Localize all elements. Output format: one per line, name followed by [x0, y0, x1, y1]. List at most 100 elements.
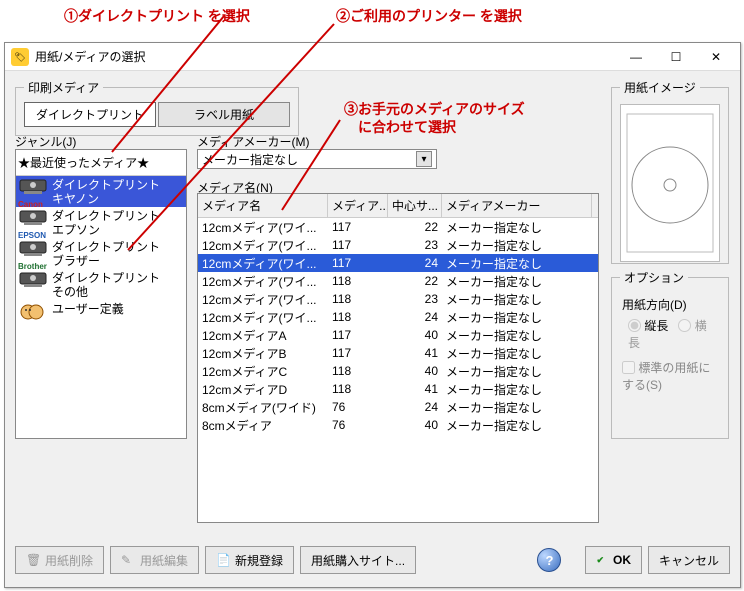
printer-icon	[18, 302, 48, 328]
cell-diam: 117	[328, 238, 388, 252]
cell-diam: 118	[328, 364, 388, 378]
cell-name: 8cmメディア	[198, 417, 328, 434]
chevron-down-icon: ▾	[416, 151, 432, 167]
table-row[interactable]: 12cmメディア(ワイ...11723メーカー指定なし	[198, 236, 598, 254]
cell-name: 8cmメディア(ワイド)	[198, 399, 328, 416]
cell-center: 24	[388, 310, 442, 324]
table-row[interactable]: 12cmメディアC11840メーカー指定なし	[198, 362, 598, 380]
table-row[interactable]: 12cmメディアD11841メーカー指定なし	[198, 380, 598, 398]
cell-maker: メーカー指定なし	[442, 255, 592, 272]
standard-paper-label: 標準の用紙にする(S)	[622, 361, 710, 392]
table-row[interactable]: 12cmメディアA11740メーカー指定なし	[198, 326, 598, 344]
cell-center: 23	[388, 292, 442, 306]
table-row[interactable]: 12cmメディア(ワイ...11822メーカー指定なし	[198, 272, 598, 290]
cell-maker: メーカー指定なし	[442, 237, 592, 254]
new-icon: 📄	[216, 553, 230, 567]
cell-center: 41	[388, 382, 442, 396]
cell-center: 40	[388, 418, 442, 432]
cell-maker: メーカー指定なし	[442, 309, 592, 326]
table-row[interactable]: 12cmメディア(ワイ...11824メーカー指定なし	[198, 308, 598, 326]
help-button[interactable]: ?	[537, 548, 561, 572]
orient-vertical-label: 縦長	[644, 319, 668, 333]
cell-name: 12cmメディア(ワイ...	[198, 255, 328, 272]
new-paper-button[interactable]: 📄 新規登録	[205, 546, 294, 574]
printer-icon: EPSON	[18, 209, 48, 235]
cell-name: 12cmメディアA	[198, 327, 328, 344]
cell-name: 12cmメディアB	[198, 345, 328, 362]
cell-maker: メーカー指定なし	[442, 273, 592, 290]
cell-diam: 117	[328, 256, 388, 270]
ok-button[interactable]: ✔ OK	[585, 546, 642, 574]
cell-name: 12cmメディアC	[198, 363, 328, 380]
media-table-header: メディア名 メディア... 中心サ... メディアメーカー	[198, 194, 598, 218]
col-center[interactable]: 中心サ...	[388, 194, 442, 217]
genre-list[interactable]: ★最近使ったメディア★ CanonダイレクトプリントキヤノンEPSONダイレクト…	[15, 149, 187, 439]
cell-diam: 118	[328, 382, 388, 396]
genre-item-line1: ユーザー定義	[52, 302, 124, 316]
preview-legend: 用紙イメージ	[620, 79, 700, 96]
titlebar: 🏷 用紙/メディアの選択 — ☐ ✕	[5, 43, 740, 71]
close-button[interactable]: ✕	[696, 45, 736, 69]
genre-item[interactable]: ダイレクトプリントその他	[16, 269, 186, 300]
table-row[interactable]: 12cmメディアB11741メーカー指定なし	[198, 344, 598, 362]
new-paper-label: 新規登録	[235, 552, 283, 569]
col-media-name[interactable]: メディア名	[198, 194, 328, 217]
table-row[interactable]: 12cmメディア(ワイ...11823メーカー指定なし	[198, 290, 598, 308]
standard-paper-checkbox[interactable]: 標準の用紙にする(S)	[622, 361, 710, 392]
tab-label-paper[interactable]: ラベル用紙	[158, 102, 290, 127]
table-row[interactable]: 12cmメディア(ワイ...11724メーカー指定なし	[198, 254, 598, 272]
maker-label: メディアメーカー(M)	[197, 133, 310, 150]
genre-item[interactable]: Brotherダイレクトプリントブラザー	[16, 238, 186, 269]
cancel-button[interactable]: キャンセル	[648, 546, 730, 574]
cell-maker: メーカー指定なし	[442, 381, 592, 398]
genre-item-line2: ブラザー	[52, 254, 160, 268]
client-area: 印刷メディア ダイレクトプリント ラベル用紙 ジャンル(J) ★最近使ったメディ…	[5, 71, 740, 587]
cell-maker: メーカー指定なし	[442, 291, 592, 308]
maker-select[interactable]: メーカー指定なし ▾	[197, 149, 437, 169]
options-group: オプション 用紙方向(D) 縦長 横長 標準の用紙にする(S)	[611, 269, 729, 439]
genre-label: ジャンル(J)	[15, 133, 76, 150]
edit-paper-button[interactable]: ✎ 用紙編集	[110, 546, 199, 574]
minimize-button[interactable]: —	[616, 45, 656, 69]
cell-maker: メーカー指定なし	[442, 399, 592, 416]
cell-center: 23	[388, 238, 442, 252]
print-media-legend: 印刷メディア	[24, 79, 103, 96]
maximize-button[interactable]: ☐	[656, 45, 696, 69]
genre-item[interactable]: ユーザー定義	[16, 300, 186, 329]
cell-diam: 76	[328, 400, 388, 414]
cell-center: 40	[388, 328, 442, 342]
table-row[interactable]: 8cmメディア7640メーカー指定なし	[198, 416, 598, 434]
tab-direct-print[interactable]: ダイレクトプリント	[24, 102, 156, 127]
print-media-group: 印刷メディア ダイレクトプリント ラベル用紙	[15, 79, 299, 136]
media-table[interactable]: メディア名 メディア... 中心サ... メディアメーカー 12cmメディア(ワ…	[197, 193, 599, 523]
genre-item-line1: ダイレクトプリント	[52, 178, 160, 192]
orient-vertical-radio[interactable]: 縦長	[628, 319, 672, 333]
cell-center: 22	[388, 220, 442, 234]
delete-paper-button[interactable]: 🗑 用紙削除	[15, 546, 104, 574]
cell-name: 12cmメディア(ワイ...	[198, 237, 328, 254]
purchase-button[interactable]: 用紙購入サイト...	[300, 546, 416, 574]
disc-preview-icon	[626, 113, 714, 253]
cell-name: 12cmメディア(ワイ...	[198, 273, 328, 290]
options-legend: オプション	[620, 269, 688, 286]
cell-center: 41	[388, 346, 442, 360]
maker-value: メーカー指定なし	[202, 151, 298, 168]
preview-group: 用紙イメージ	[611, 79, 729, 264]
cell-diam: 76	[328, 418, 388, 432]
delete-paper-label: 用紙削除	[45, 552, 93, 569]
cell-diam: 118	[328, 310, 388, 324]
col-maker[interactable]: メディアメーカー	[442, 194, 592, 217]
cell-maker: メーカー指定なし	[442, 219, 592, 236]
annotation-1: ①ダイレクトプリント を選択	[64, 6, 250, 26]
genre-item[interactable]: EPSONダイレクトプリントエプソン	[16, 207, 186, 238]
cell-name: 12cmメディアD	[198, 381, 328, 398]
genre-item[interactable]: Canonダイレクトプリントキヤノン	[16, 176, 186, 207]
table-row[interactable]: 12cmメディア(ワイ...11722メーカー指定なし	[198, 218, 598, 236]
cell-maker: メーカー指定なし	[442, 363, 592, 380]
col-media-diam[interactable]: メディア...	[328, 194, 388, 217]
orient-label: 用紙方向(D)	[622, 296, 718, 313]
window-title: 用紙/メディアの選択	[35, 48, 616, 65]
table-row[interactable]: 8cmメディア(ワイド)7624メーカー指定なし	[198, 398, 598, 416]
genre-item-line2: エプソン	[52, 223, 160, 237]
cell-maker: メーカー指定なし	[442, 417, 592, 434]
